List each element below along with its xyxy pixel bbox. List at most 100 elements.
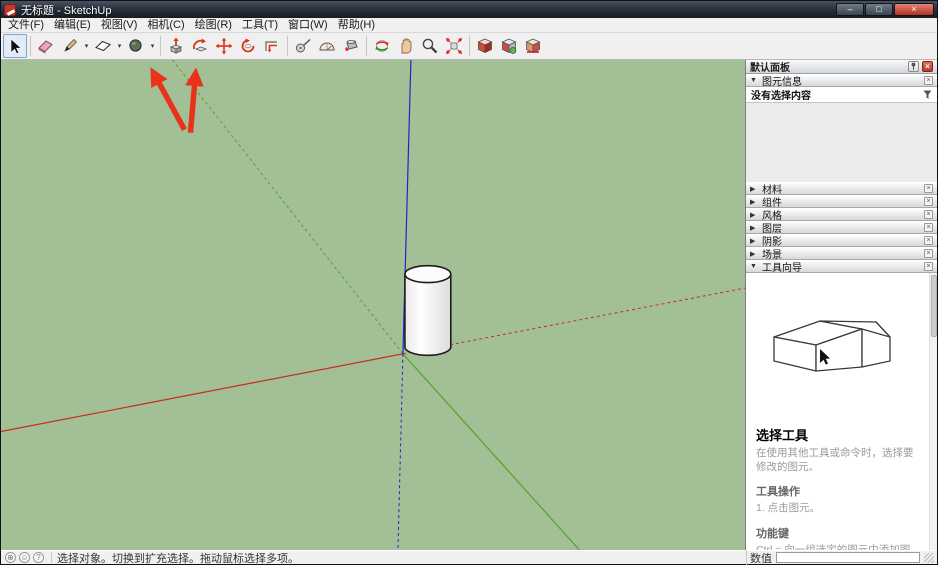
instructor-scrollbar[interactable] <box>929 273 937 550</box>
rotate-icon <box>239 37 257 55</box>
toolbar-separator <box>30 36 31 56</box>
offset-tool-button[interactable] <box>260 34 284 58</box>
pushpull-tool-button[interactable] <box>164 34 188 58</box>
chevron-down-icon: ▼ <box>750 263 758 270</box>
axis-green-solid <box>403 354 580 550</box>
minimize-button[interactable]: – <box>836 3 864 16</box>
close-button[interactable]: × <box>894 3 934 16</box>
default-tray-panel: 默认面板 × ▼ 图元信息 × 没有选择内容 ▶ 材料 × <box>746 60 937 550</box>
panel-title: 默认面板 <box>750 59 790 74</box>
menu-item-camera[interactable]: 相机(C) <box>142 18 189 33</box>
pin-icon[interactable] <box>908 61 919 72</box>
viewport-canvas[interactable] <box>1 60 746 550</box>
layers-close-button[interactable]: × <box>924 223 933 232</box>
menu-item-draw[interactable]: 绘图(R) <box>190 18 237 33</box>
instructor-content: 选择工具 在使用其他工具或命令时，选择要修改的图元。 工具操作 1. 点击图元。… <box>746 273 928 550</box>
line-tool-button[interactable] <box>58 34 82 58</box>
measurements-input[interactable] <box>776 552 920 563</box>
zoom-extents-tool-button[interactable] <box>442 34 466 58</box>
menu-item-file[interactable]: 文件(F) <box>3 18 49 33</box>
menu-item-tools[interactable]: 工具(T) <box>237 18 283 33</box>
eraser-tool-button[interactable] <box>34 34 58 58</box>
make-component-button[interactable] <box>473 34 497 58</box>
measurements-label: 数值 <box>750 550 772 565</box>
rotate-tool-button[interactable] <box>236 34 260 58</box>
components-panel-button[interactable] <box>497 34 521 58</box>
measurements-area: 数值 <box>746 550 937 565</box>
instructor-header[interactable]: ▼ 工具向导 × <box>746 260 937 273</box>
pan-tool-button[interactable] <box>394 34 418 58</box>
geolocation-icon[interactable]: ⊕ <box>5 552 16 563</box>
pushpull-icon <box>167 37 185 55</box>
materials-close-button[interactable]: × <box>924 184 933 193</box>
chevron-right-icon: ▶ <box>750 224 758 232</box>
scrollbar-thumb[interactable] <box>931 275 937 337</box>
menubar: 文件(F) 编辑(E) 视图(V) 相机(C) 绘图(R) 工具(T) 窗口(W… <box>1 18 937 33</box>
details-toggle-icon[interactable] <box>923 90 932 100</box>
shadows-close-button[interactable]: × <box>924 236 933 245</box>
toolbar: ▾ ▾ ▾ <box>1 33 937 60</box>
rectangle-tool-dropdown[interactable]: ▾ <box>115 34 124 58</box>
magnifier-icon <box>421 37 439 55</box>
resize-grip-icon[interactable] <box>924 553 934 563</box>
entity-info-close-button[interactable]: × <box>924 76 933 85</box>
annotation-arrow-right <box>190 74 195 133</box>
circle-tool-dropdown[interactable]: ▾ <box>148 34 157 58</box>
component-cube-icon <box>476 37 494 55</box>
line-tool-dropdown[interactable]: ▾ <box>82 34 91 58</box>
circle-tool-button[interactable] <box>124 34 148 58</box>
tape-measure-tool-button[interactable] <box>291 34 315 58</box>
instructor-label: 工具向导 <box>762 259 802 274</box>
axis-blue-dotted <box>398 354 403 550</box>
toolbar-separator <box>160 36 161 56</box>
eraser-icon <box>37 37 55 55</box>
zoom-extents-icon <box>445 37 463 55</box>
offset-icon <box>263 37 281 55</box>
menu-item-window[interactable]: 窗口(W) <box>283 18 333 33</box>
sketchup-window: 无标题 - SketchUp – □ × 文件(F) 编辑(E) 视图(V) 相… <box>0 0 938 565</box>
entity-info-header[interactable]: ▼ 图元信息 × <box>746 74 937 87</box>
styles-close-button[interactable]: × <box>924 210 933 219</box>
statusbar-separator <box>51 552 52 563</box>
statusbar-hint: 选择对象。切换到扩充选择。拖动鼠标选择多项。 <box>55 550 746 565</box>
orbit-tool-button[interactable] <box>370 34 394 58</box>
zoom-tool-button[interactable] <box>418 34 442 58</box>
panel-title-bar: 默认面板 × <box>746 60 937 74</box>
main-area: 默认面板 × ▼ 图元信息 × 没有选择内容 ▶ 材料 × <box>1 60 937 550</box>
annotation-arrows <box>154 73 196 133</box>
menu-item-help[interactable]: 帮助(H) <box>333 18 380 33</box>
chevron-right-icon: ▶ <box>750 237 758 245</box>
menu-item-view[interactable]: 视图(V) <box>96 18 143 33</box>
entity-info-content: 没有选择内容 <box>746 87 937 103</box>
instructor-operation-1: 1. 点击图元。 <box>756 501 918 515</box>
cylinder-model[interactable] <box>405 266 451 356</box>
components-close-button[interactable]: × <box>924 197 933 206</box>
pencil-icon <box>61 37 79 55</box>
followme-icon <box>191 37 209 55</box>
paint-bucket-tool-button[interactable] <box>339 34 363 58</box>
credits-icon[interactable]: ☺ <box>19 552 30 563</box>
window-title: 无标题 - SketchUp <box>21 2 111 18</box>
styles-panel-button[interactable] <box>521 34 545 58</box>
axis-red-dotted <box>403 288 745 354</box>
rectangle-tool-button[interactable] <box>91 34 115 58</box>
select-tool-button[interactable] <box>3 34 27 58</box>
cursor-arrow-icon <box>6 37 24 55</box>
entity-info-label: 图元信息 <box>762 73 802 88</box>
scenes-close-button[interactable]: × <box>924 249 933 258</box>
house-drawing-icon <box>762 301 912 401</box>
sketchup-logo-icon <box>4 4 16 16</box>
orbit-icon <box>373 37 391 55</box>
protractor-tool-button[interactable] <box>315 34 339 58</box>
toolbar-separator <box>287 36 288 56</box>
menu-item-edit[interactable]: 编辑(E) <box>49 18 96 33</box>
maximize-button[interactable]: □ <box>865 3 893 16</box>
move-tool-button[interactable] <box>212 34 236 58</box>
help-icon[interactable]: ? <box>33 552 44 563</box>
axis-green-dotted <box>173 60 403 354</box>
statusbar-icons: ⊕ ☺ ? <box>1 552 48 563</box>
panel-close-button[interactable]: × <box>922 61 933 72</box>
instructor-close-button[interactable]: × <box>924 262 933 271</box>
followme-tool-button[interactable] <box>188 34 212 58</box>
instructor-operations-title: 工具操作 <box>756 483 918 499</box>
